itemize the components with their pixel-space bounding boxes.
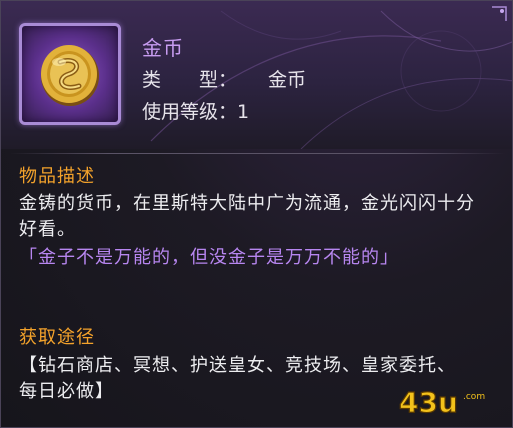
item-level-row: 使用等级：1 — [142, 97, 249, 124]
item-name: 金币 — [142, 36, 184, 60]
description-text: 金铸的货币，在里斯特大陆中广为流通，金光闪闪十分好看。 — [19, 193, 475, 240]
obtain-title: 获取途径 — [19, 327, 95, 348]
corner-ornament-icon — [492, 6, 507, 21]
item-icon-frame — [19, 23, 121, 125]
item-level-label: 使用等级： — [142, 101, 238, 123]
site-watermark-logo: 43u .com — [397, 385, 492, 419]
obtain-text: 【钻石商店、冥想、护送皇女、竞技场、皇家委托、每日必做】 — [19, 355, 456, 402]
item-type-value: 金币 — [268, 69, 307, 91]
svg-text:.com: .com — [463, 392, 485, 402]
item-tooltip-panel: 金币 类 型： 金币 使用等级：1 物品描述 金铸的货币，在里斯特大陆中广为流通，… — [0, 0, 513, 428]
item-type-label: 类 型： — [142, 69, 238, 91]
item-type-row: 类 型： 金币 — [142, 65, 306, 92]
item-level-value: 1 — [237, 101, 250, 123]
description-quote: 「金子不是万能的，但没金子是万万不能的」 — [19, 247, 399, 268]
gold-coin-icon — [41, 45, 99, 106]
section-divider — [9, 153, 505, 154]
description-title: 物品描述 — [19, 166, 95, 187]
tooltip-header: 金币 类 型： 金币 使用等级：1 — [1, 1, 512, 149]
svg-text:43u: 43u — [399, 386, 458, 419]
